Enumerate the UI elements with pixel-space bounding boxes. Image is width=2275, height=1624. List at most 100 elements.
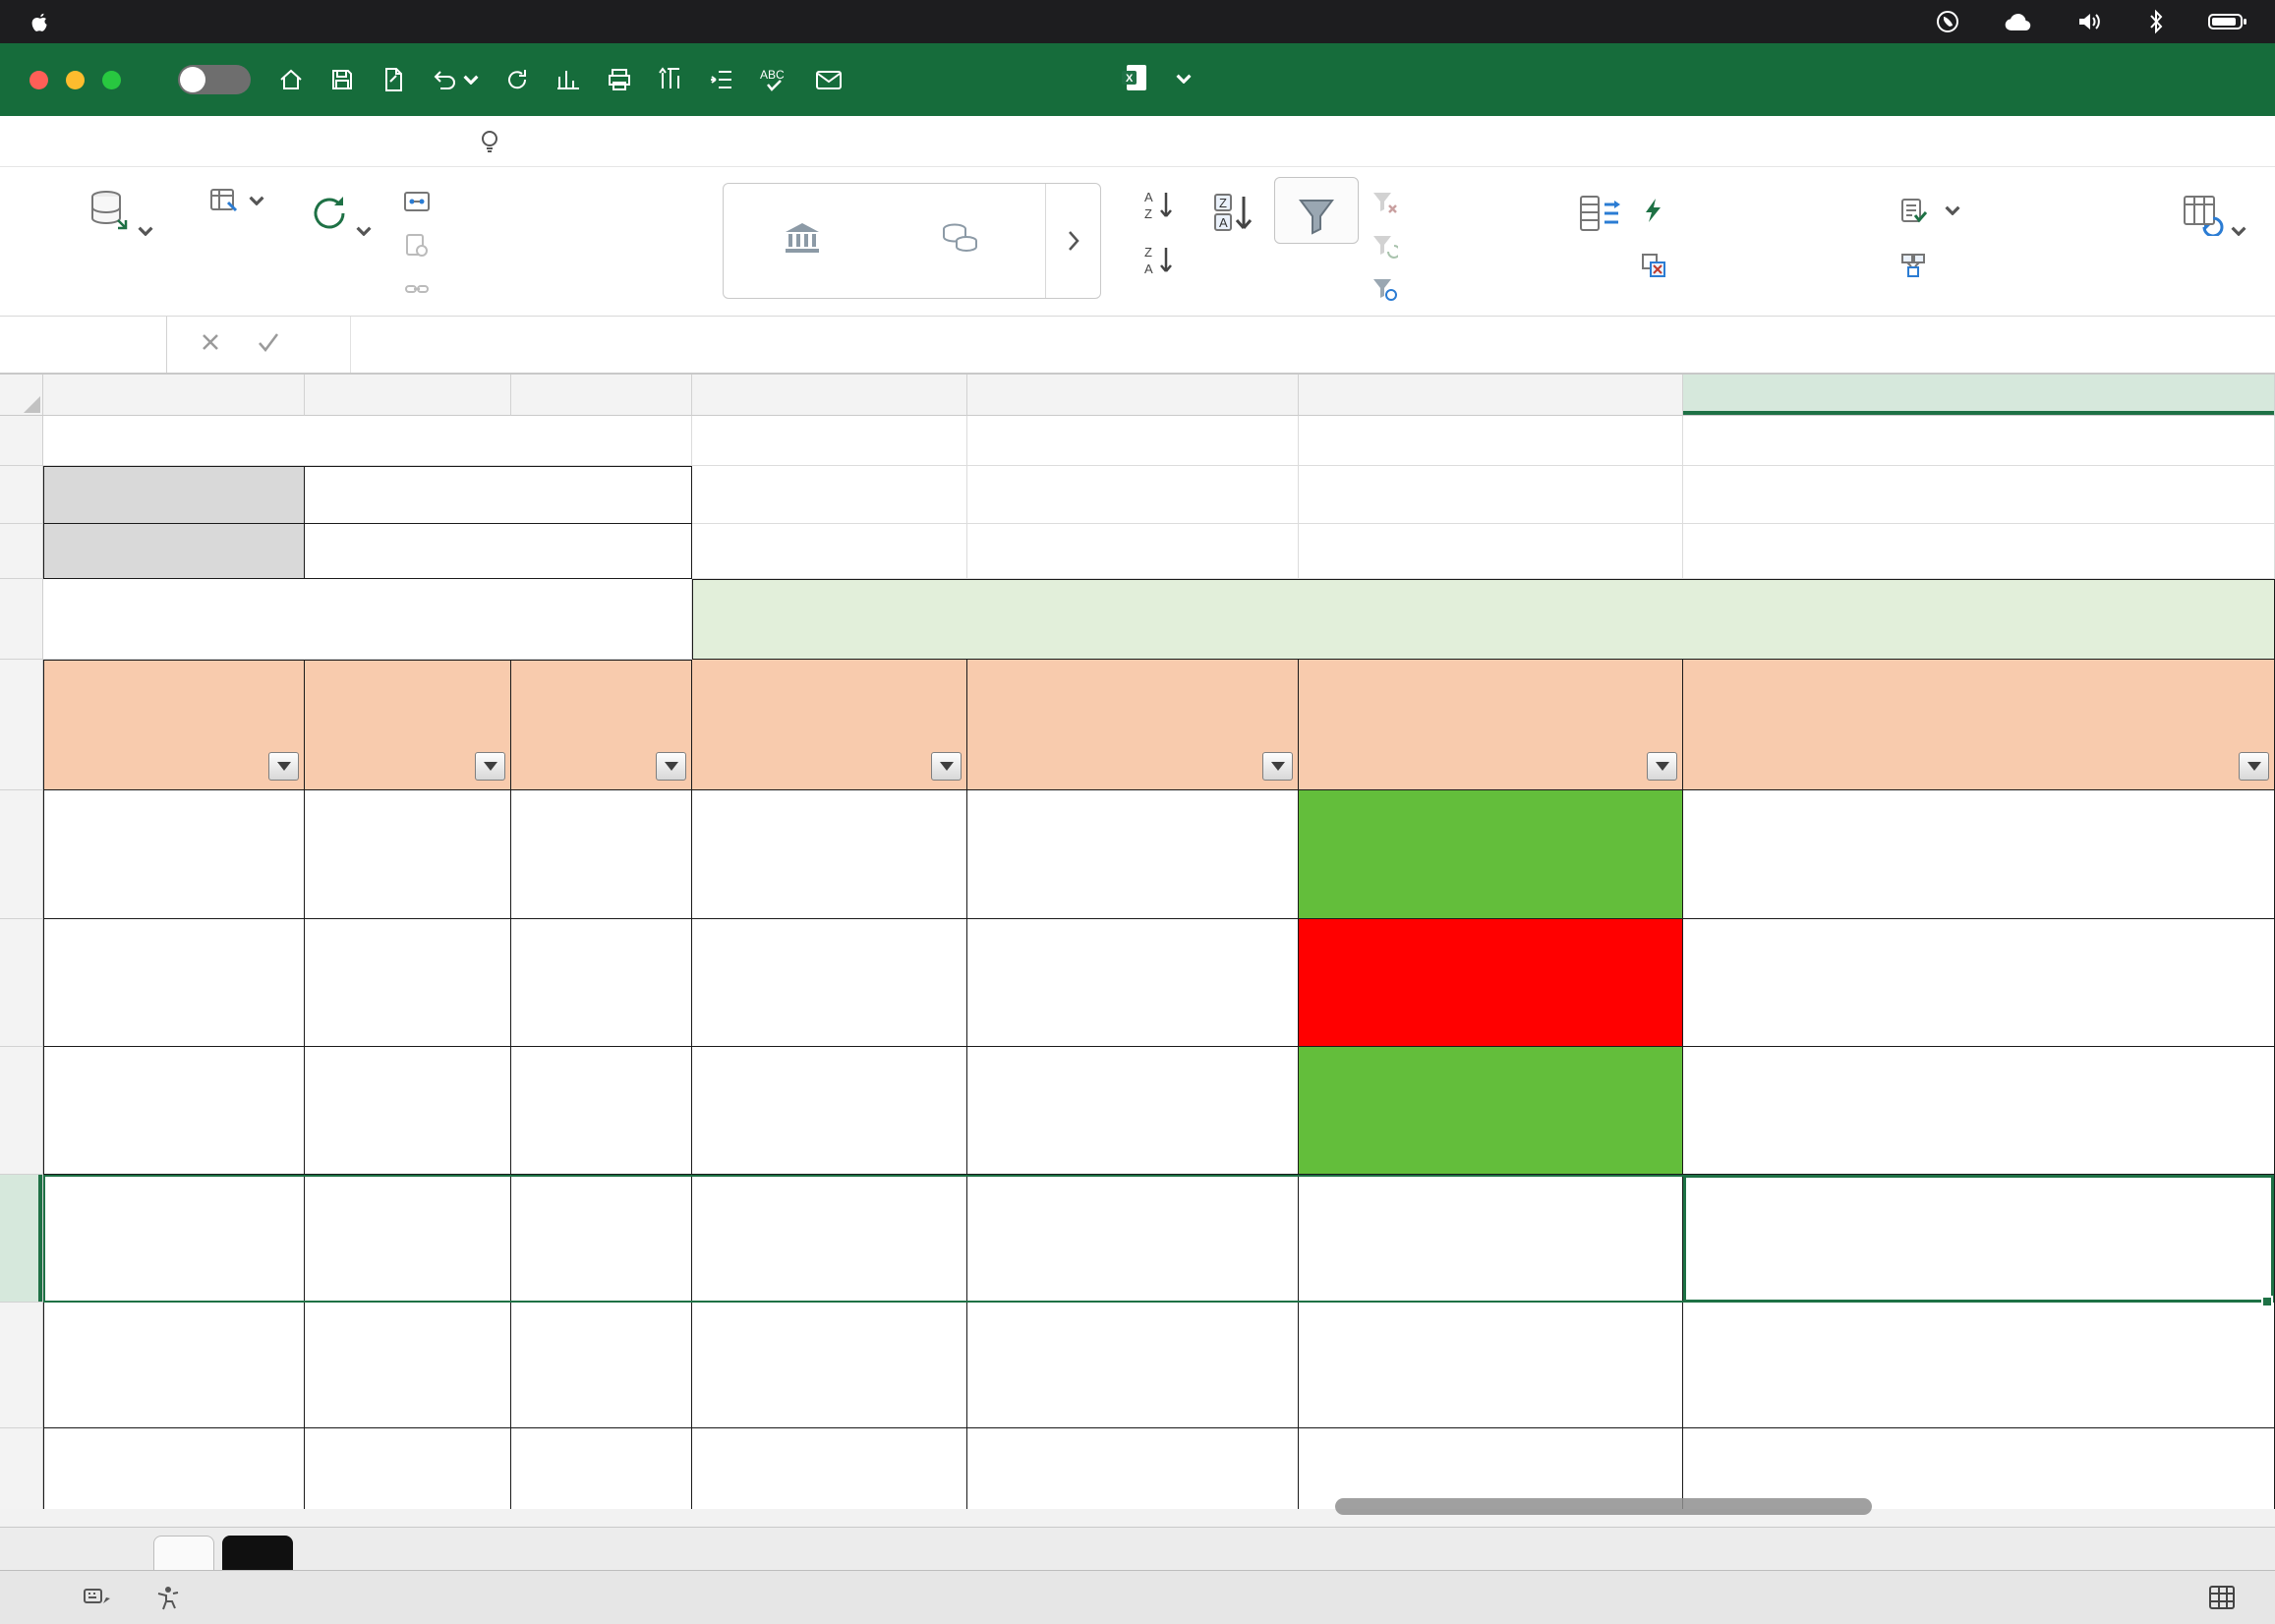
reapply-filter-button[interactable] bbox=[1371, 232, 1407, 260]
col-header-B[interactable] bbox=[305, 375, 511, 416]
cell-T9[interactable] bbox=[967, 1175, 1299, 1303]
get-data-button[interactable] bbox=[18, 181, 219, 236]
cell-S11[interactable] bbox=[692, 1428, 967, 1509]
header-comments[interactable] bbox=[1683, 660, 2275, 790]
company-name-label-cell[interactable] bbox=[43, 466, 305, 524]
col-header-U[interactable] bbox=[1299, 375, 1683, 416]
battery-icon[interactable] bbox=[2208, 12, 2247, 31]
cloud-icon[interactable] bbox=[2004, 11, 2033, 32]
cell-B6[interactable] bbox=[305, 790, 511, 919]
normal-view-icon[interactable] bbox=[2208, 1585, 2236, 1610]
cell-A6[interactable] bbox=[43, 790, 305, 919]
currencies-data-type[interactable] bbox=[881, 184, 1038, 298]
row-header-7[interactable] bbox=[0, 919, 43, 1047]
col-header-S[interactable] bbox=[692, 375, 967, 416]
row-header-10[interactable] bbox=[0, 1303, 43, 1428]
stocks-data-type[interactable] bbox=[724, 184, 881, 298]
cell-S10[interactable] bbox=[692, 1303, 967, 1428]
header-business-area[interactable] bbox=[43, 660, 305, 790]
print-icon[interactable] bbox=[607, 67, 632, 92]
sort-columns-icon[interactable] bbox=[658, 67, 683, 92]
cell-T7[interactable] bbox=[967, 919, 1299, 1047]
col-header-T[interactable] bbox=[967, 375, 1299, 416]
cell-V1[interactable] bbox=[1683, 416, 2275, 466]
minimize-window-button[interactable] bbox=[66, 70, 85, 89]
date-label-cell[interactable] bbox=[43, 524, 305, 579]
outline-icon[interactable] bbox=[709, 67, 734, 92]
cell-S1[interactable] bbox=[692, 416, 967, 466]
row-header-11[interactable] bbox=[0, 1428, 43, 1509]
header-risk-no[interactable] bbox=[511, 660, 692, 790]
section-header-cell[interactable] bbox=[692, 579, 2275, 660]
cell-V9-active[interactable] bbox=[1683, 1175, 2275, 1303]
cell-A11[interactable] bbox=[43, 1428, 305, 1509]
queries-connections-button[interactable] bbox=[403, 189, 439, 216]
cell-U9[interactable] bbox=[1299, 1175, 1683, 1303]
filter-button[interactable] bbox=[1274, 177, 1359, 244]
filter-dropdown-comments[interactable] bbox=[2239, 752, 2269, 781]
mail-icon[interactable] bbox=[815, 69, 843, 90]
sort-ascending-button[interactable]: AZ bbox=[1142, 189, 1176, 222]
horizontal-scrollbar[interactable] bbox=[1335, 1498, 1872, 1515]
cell-C10[interactable] bbox=[511, 1303, 692, 1428]
cell-V11[interactable] bbox=[1683, 1428, 2275, 1509]
confirm-entry-button[interactable] bbox=[258, 332, 279, 357]
sort-descending-button[interactable]: ZA bbox=[1142, 244, 1176, 277]
header-samples[interactable] bbox=[967, 660, 1299, 790]
row-header-4[interactable] bbox=[0, 579, 43, 660]
cell-A10[interactable] bbox=[43, 1303, 305, 1428]
company-name-input-cell[interactable] bbox=[305, 466, 692, 524]
title-dropdown-icon[interactable] bbox=[1176, 71, 1192, 88]
col-header-V[interactable] bbox=[1683, 375, 2275, 416]
cancel-entry-button[interactable] bbox=[201, 332, 220, 357]
filter-dropdown-risk-no[interactable] bbox=[656, 752, 686, 781]
filter-dropdown-evaluated[interactable] bbox=[931, 752, 962, 781]
row-header-6[interactable] bbox=[0, 790, 43, 919]
cell-V2[interactable] bbox=[1683, 466, 2275, 524]
redo-button[interactable] bbox=[504, 67, 530, 92]
row-header-3[interactable] bbox=[0, 524, 43, 579]
cell-A9[interactable] bbox=[43, 1175, 305, 1303]
tell-me-button[interactable] bbox=[480, 116, 509, 166]
cell-B11[interactable] bbox=[305, 1428, 511, 1509]
row-header-9[interactable] bbox=[0, 1175, 43, 1303]
new-database-query-button[interactable] bbox=[208, 185, 264, 216]
filter-dropdown-business-unit[interactable] bbox=[475, 752, 505, 781]
chart-icon[interactable] bbox=[555, 67, 581, 92]
header-business-unit[interactable] bbox=[305, 660, 511, 790]
sheet-tab-template[interactable] bbox=[153, 1535, 214, 1571]
cell-A4[interactable] bbox=[43, 579, 692, 660]
header-result[interactable] bbox=[1299, 660, 1683, 790]
cell-S6[interactable] bbox=[692, 790, 967, 919]
advanced-filter-button[interactable] bbox=[1371, 275, 1407, 303]
cell-U6[interactable] bbox=[1299, 790, 1683, 919]
filter-dropdown-samples[interactable] bbox=[1262, 752, 1293, 781]
row-header-5[interactable] bbox=[0, 660, 43, 790]
cell-V10[interactable] bbox=[1683, 1303, 2275, 1428]
home-icon[interactable] bbox=[278, 67, 304, 92]
name-box[interactable] bbox=[0, 317, 167, 373]
select-all-corner[interactable] bbox=[0, 375, 43, 416]
col-header-A[interactable] bbox=[43, 375, 305, 416]
spelling-icon[interactable]: ABC bbox=[760, 67, 789, 92]
undo-button[interactable] bbox=[432, 67, 479, 92]
cell-C7[interactable] bbox=[511, 919, 692, 1047]
what-if-analysis-button[interactable] bbox=[2159, 181, 2267, 236]
cell-V8[interactable] bbox=[1683, 1047, 2275, 1175]
cell-T6[interactable] bbox=[967, 790, 1299, 919]
cell-C8[interactable] bbox=[511, 1047, 692, 1175]
cell-U7[interactable] bbox=[1299, 919, 1683, 1047]
cell-V7[interactable] bbox=[1683, 919, 2275, 1047]
autosave-toggle[interactable] bbox=[178, 65, 251, 94]
cell-U11[interactable] bbox=[1299, 1428, 1683, 1509]
date-input-cell[interactable] bbox=[305, 524, 692, 579]
filter-dropdown-result[interactable] bbox=[1647, 752, 1677, 781]
col-header-C[interactable] bbox=[511, 375, 692, 416]
cell-C11[interactable] bbox=[511, 1428, 692, 1509]
cell-U1[interactable] bbox=[1299, 416, 1683, 466]
sheet-title-cell[interactable] bbox=[43, 416, 692, 466]
cell-B8[interactable] bbox=[305, 1047, 511, 1175]
refresh-all-button[interactable] bbox=[295, 181, 383, 236]
viber-icon[interactable] bbox=[1935, 9, 1960, 34]
volume-icon[interactable] bbox=[2076, 10, 2104, 33]
